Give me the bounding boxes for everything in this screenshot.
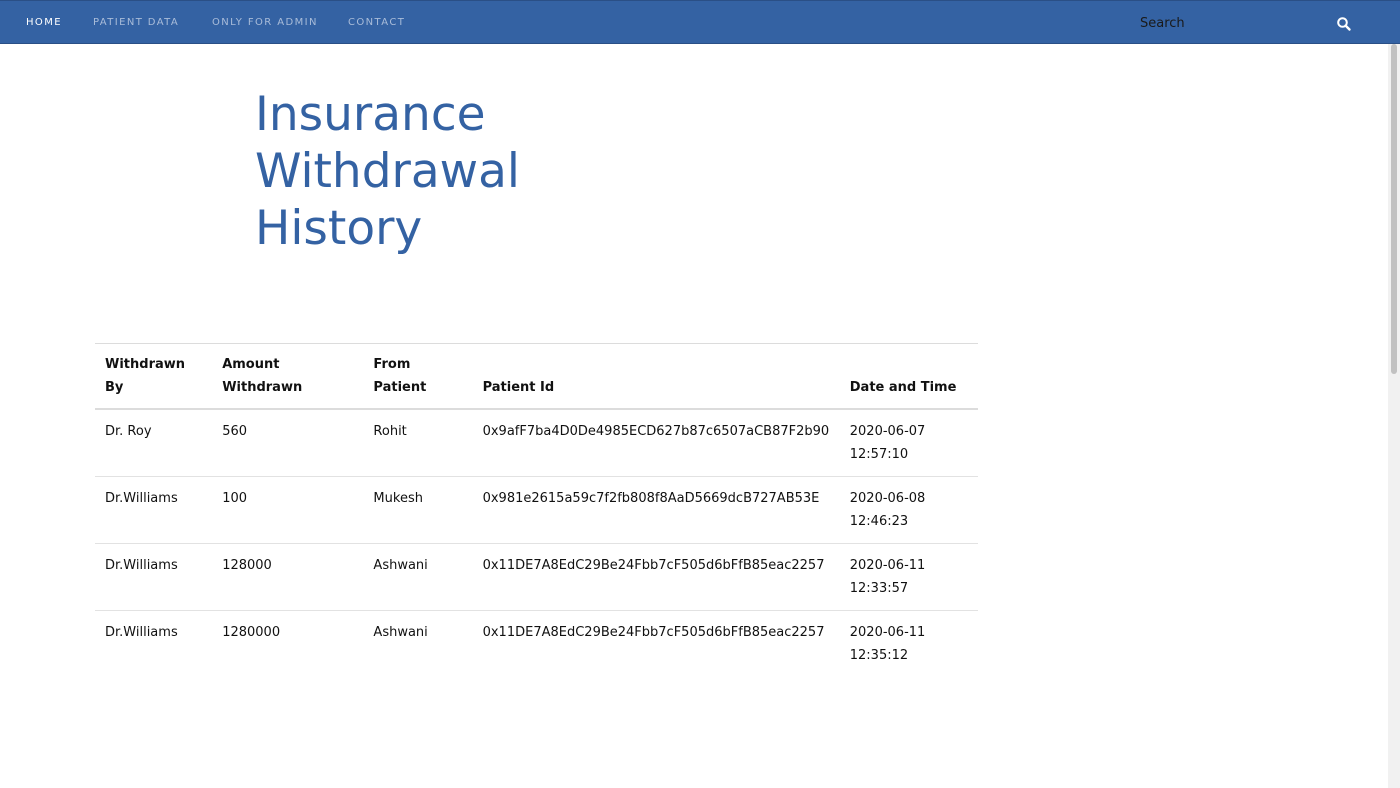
header-patient-id: Patient Id [472, 343, 840, 410]
cell-withdrawn-by: Dr.Williams [105, 625, 178, 640]
header-amount-withdrawn: Amount Withdrawn [212, 343, 364, 410]
cell-time: 12:46:23 [849, 514, 909, 529]
cell-date-and-time: 2020-06-11 12:33:57 [839, 543, 978, 611]
cell-from-patient: Mukesh [363, 476, 473, 544]
top-navbar: HOME PATIENT DATA ONLY FOR ADMIN CONTACT [0, 0, 1400, 44]
cell-date-and-time: 2020-06-07 12:57:10 [839, 409, 978, 477]
cell-amount: 128000 [212, 543, 364, 611]
cell-patient-id: 0x981e2615a59c7f2fb808f8AaD5669dcB727AB5… [472, 476, 840, 544]
vertical-scrollbar[interactable] [1388, 44, 1400, 788]
cell-from-patient: Ashwani [363, 543, 473, 611]
cell-amount: 1280000 [222, 625, 281, 640]
cell-patient-id: 0x9afF7ba4D0De4985ECD627b87c6507aCB87F2b… [472, 409, 840, 477]
page-title: Insurance Withdrawal History [255, 87, 520, 256]
table-row: Dr.Williams 100 Mukesh 0x981e2615a59c7f2… [95, 476, 978, 544]
scrollbar-thumb[interactable] [1391, 44, 1397, 374]
table-row: Dr.Williams 1280000 Ashwani 0x11DE7A8EdC… [95, 611, 978, 678]
cell-date: 2020-06-07 [849, 424, 926, 439]
search-box [1128, 3, 1369, 43]
cell-date: 2020-06-08 [849, 491, 926, 506]
table-row: Dr. Roy 560 Rohit 0x9afF7ba4D0De4985ECD6… [95, 409, 978, 477]
table-header-row: Withdrawn By Amount Withdrawn From Patie… [95, 343, 978, 410]
cell-withdrawn-by: Dr.Williams [95, 476, 213, 544]
cell-withdrawn-by: Dr.Williams [95, 543, 213, 611]
cell-time: 12:35:12 [849, 648, 909, 663]
cell-date: 2020-06-11 [849, 558, 926, 573]
cell-from-patient: Rohit [363, 409, 473, 477]
search-icon[interactable] [1336, 16, 1352, 32]
cell-patient-id: 0x11DE7A8EdC29Be24Fbb7cF505d6bFfB85eac22… [472, 543, 840, 611]
cell-patient-id: 0x11DE7A8EdC29Be24Fbb7cF505d6bFfB85eac22… [482, 625, 825, 640]
search-input[interactable] [1140, 12, 1320, 34]
cell-withdrawn-by: Dr. Roy [95, 409, 213, 477]
nav-home[interactable]: HOME [26, 17, 62, 28]
cell-amount: 560 [212, 409, 364, 477]
withdrawal-history-table: Withdrawn By Amount Withdrawn From Patie… [95, 343, 978, 677]
cell-date-and-time: 2020-06-11 12:35:12 [840, 611, 978, 678]
nav-contact[interactable]: CONTACT [348, 17, 405, 28]
nav-patient-data[interactable]: PATIENT DATA [93, 17, 179, 28]
nav-only-for-admin[interactable]: ONLY FOR ADMIN [212, 17, 318, 28]
cell-date-and-time: 2020-06-08 12:46:23 [839, 476, 978, 544]
table-row: Dr.Williams 128000 Ashwani 0x11DE7A8EdC2… [95, 543, 978, 611]
cell-amount: 100 [212, 476, 364, 544]
cell-date: 2020-06-11 [849, 625, 926, 640]
cell-from-patient: Ashwani [373, 625, 428, 640]
header-withdrawn-by: Withdrawn By [95, 343, 213, 410]
header-from-patient: From Patient [363, 343, 473, 410]
cell-time: 12:57:10 [849, 447, 909, 462]
cell-time: 12:33:57 [849, 581, 909, 596]
header-date-and-time: Date and Time [839, 343, 978, 410]
